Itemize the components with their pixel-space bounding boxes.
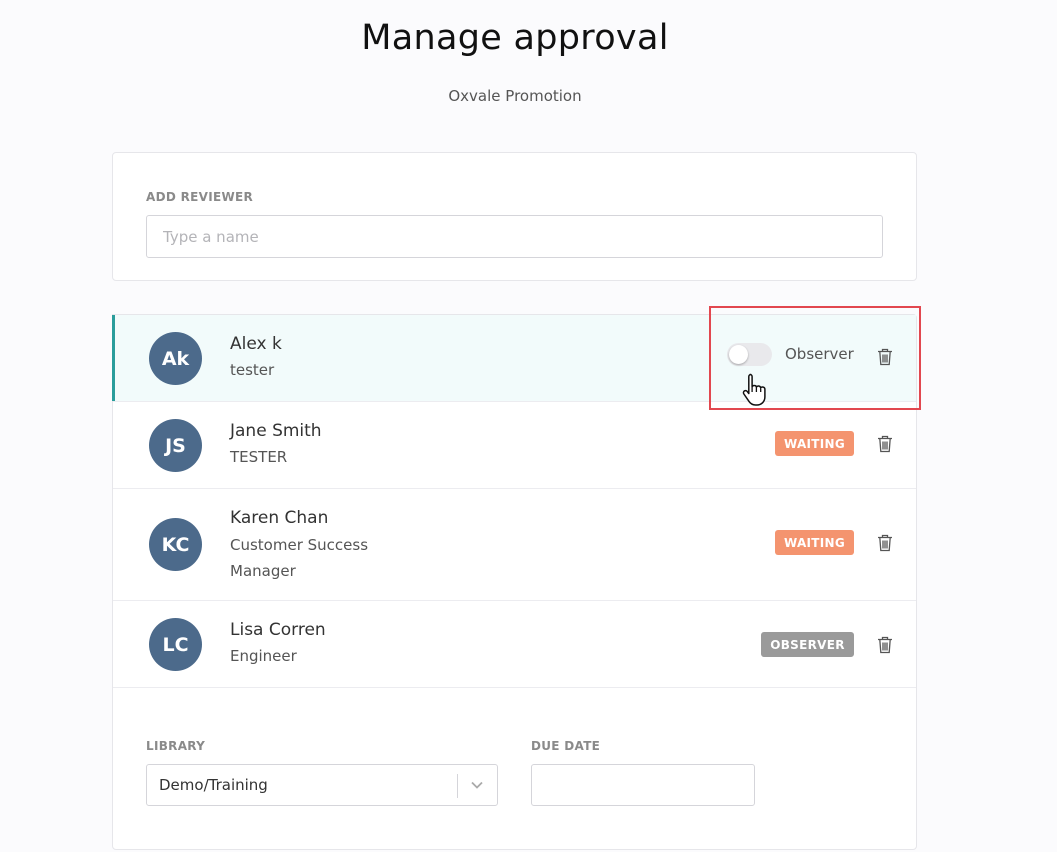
avatar: KC <box>149 518 202 571</box>
reviewer-role: TESTER <box>230 448 288 466</box>
status-badge: WAITING <box>775 431 854 456</box>
reviewer-name: Lisa Corren <box>230 620 326 640</box>
reviewer-role: Engineer <box>230 647 297 665</box>
reviewer-row-karen-chan[interactable]: KC Karen Chan Customer Success Manager W… <box>113 489 916 601</box>
hand-pointer-cursor <box>742 373 766 406</box>
reviewer-name: Karen Chan <box>230 508 329 528</box>
select-separator <box>457 774 458 798</box>
page-title: Manage approval <box>361 18 669 58</box>
due-date-label: DUE DATE <box>531 739 601 753</box>
reviewer-row-lisa-corren[interactable]: LC Lisa Corren Engineer OBSERVER <box>113 601 916 688</box>
status-badge: OBSERVER <box>761 632 854 657</box>
avatar: Ak <box>149 332 202 385</box>
chevron-down-icon[interactable] <box>470 780 484 790</box>
reviewer-role: tester <box>230 361 275 379</box>
avatar: JS <box>149 419 202 472</box>
reviewer-row-jane-smith[interactable]: JS Jane Smith TESTER WAITING <box>113 402 916 489</box>
reviewer-name: Alex k <box>230 334 282 354</box>
trash-icon[interactable] <box>877 534 893 552</box>
reviewer-name: Jane Smith <box>230 421 322 441</box>
page-subtitle: Oxvale Promotion <box>448 87 582 105</box>
library-select-value: Demo/Training <box>159 776 268 794</box>
reviewer-name-input[interactable] <box>146 215 883 258</box>
trash-icon[interactable] <box>877 636 893 654</box>
status-badge: WAITING <box>775 530 854 555</box>
due-date-input[interactable] <box>531 764 755 806</box>
add-reviewer-label: ADD REVIEWER <box>146 190 254 204</box>
avatar: LC <box>149 618 202 671</box>
library-select[interactable]: Demo/Training <box>146 764 498 806</box>
reviewer-role: Customer Success Manager <box>230 536 369 580</box>
library-label: LIBRARY <box>146 739 206 753</box>
add-reviewer-card: ADD REVIEWER <box>112 152 917 281</box>
trash-icon[interactable] <box>877 435 893 453</box>
